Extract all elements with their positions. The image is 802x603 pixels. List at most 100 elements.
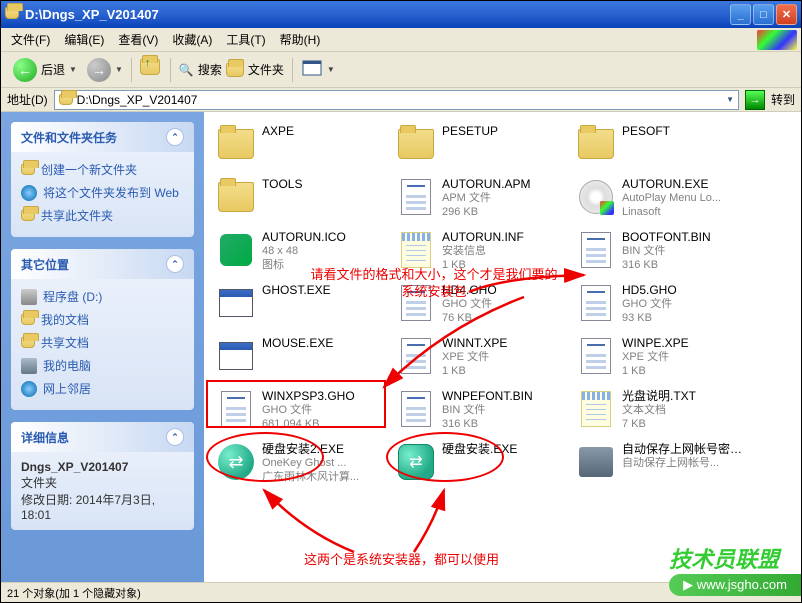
file-meta: APM 文件: [442, 192, 530, 206]
go-label[interactable]: 转到: [771, 91, 795, 108]
file-item[interactable]: ⇄硬盘安装2.EXEOneKey Ghost ...广东雨林木风计算...: [214, 440, 394, 493]
file-item[interactable]: 光盘说明.TXT文本文档7 KB: [574, 387, 754, 440]
menu-edit[interactable]: 编辑(E): [58, 29, 110, 50]
folder-icon: [21, 164, 35, 175]
file-item[interactable]: BOOTFONT.BINBIN 文件316 KB: [574, 228, 754, 281]
file-item[interactable]: AUTORUN.ICO48 x 48图标: [214, 228, 394, 281]
file-meta: 广东雨林木风计算...: [262, 471, 359, 485]
file-item[interactable]: AXPE: [214, 122, 394, 175]
file-icon: [216, 177, 256, 217]
menubar: 文件(F) 编辑(E) 查看(V) 收藏(A) 工具(T) 帮助(H): [1, 28, 801, 52]
file-item[interactable]: AUTORUN.APMAPM 文件296 KB: [394, 175, 574, 228]
address-input[interactable]: D:\Dngs_XP_V201407 ▼: [54, 90, 739, 110]
file-icon: [216, 230, 256, 270]
file-name: TOOLS: [262, 177, 302, 192]
file-name: 硬盘安装2.EXE: [262, 442, 359, 457]
addressbar: 地址(D) D:\Dngs_XP_V201407 ▼ → 转到: [1, 88, 801, 112]
titlebar: D:\Dngs_XP_V201407 _ □ ✕: [1, 1, 801, 28]
menu-file[interactable]: 文件(F): [5, 29, 56, 50]
drive-icon: [21, 289, 37, 305]
file-icon: [396, 177, 436, 217]
folders-button[interactable]: 文件夹: [226, 61, 284, 78]
separator: [131, 58, 132, 82]
file-item[interactable]: AUTORUN.INF安装信息1 KB: [394, 228, 574, 281]
menu-view[interactable]: 查看(V): [112, 29, 164, 50]
separator: [292, 58, 293, 82]
task-publish[interactable]: 将这个文件夹发布到 Web: [21, 181, 184, 204]
file-icon: [216, 124, 256, 164]
chevron-down-icon[interactable]: ▼: [726, 95, 734, 104]
other-places-panel: 其它位置 ⌃ 程序盘 (D:) 我的文档 共享文档 我的电脑 网上邻居: [11, 249, 194, 410]
details-panel: 详细信息 ⌃ Dngs_XP_V201407 文件夹 修改日期: 2014年7月…: [11, 422, 194, 530]
file-item[interactable]: 自动保存上网帐号密码到U盘.EXE自动保存上网帐号...: [574, 440, 754, 493]
sidebar: 文件和文件夹任务 ⌃ 创建一个新文件夹 将这个文件夹发布到 Web 共享此文件夹…: [1, 112, 204, 582]
file-icon: [576, 389, 616, 429]
file-meta: GHO 文件: [262, 404, 355, 418]
menu-tools[interactable]: 工具(T): [220, 29, 271, 50]
file-icon: [576, 283, 616, 323]
back-button[interactable]: ← 后退 ▼: [7, 56, 83, 84]
file-meta: 自动保存上网帐号...: [622, 457, 752, 471]
go-button[interactable]: →: [745, 90, 765, 110]
close-button[interactable]: ✕: [776, 4, 797, 25]
file-item[interactable]: WINXPSP3.GHOGHO 文件681,094 KB: [214, 387, 394, 440]
folder-icon: [21, 314, 35, 325]
task-new-folder[interactable]: 创建一个新文件夹: [21, 158, 184, 181]
file-name: PESOFT: [622, 124, 670, 139]
file-name: AUTORUN.ICO: [262, 230, 346, 245]
place-drive-d[interactable]: 程序盘 (D:): [21, 285, 184, 308]
app-icon: [5, 7, 21, 23]
task-share[interactable]: 共享此文件夹: [21, 204, 184, 227]
file-name: 自动保存上网帐号密码到U盘.EXE: [622, 442, 752, 457]
tasks-header[interactable]: 文件和文件夹任务 ⌃: [11, 122, 194, 152]
file-icon: [576, 230, 616, 270]
file-item[interactable]: PESOFT: [574, 122, 754, 175]
file-item[interactable]: TOOLS: [214, 175, 394, 228]
menu-favorites[interactable]: 收藏(A): [166, 29, 218, 50]
search-button[interactable]: 🔍 搜索: [179, 61, 222, 78]
up-button[interactable]: ↑: [140, 59, 162, 81]
share-icon: [21, 210, 35, 221]
file-icon: [396, 124, 436, 164]
file-icon: [576, 442, 616, 482]
maximize-button[interactable]: □: [753, 4, 774, 25]
chevron-down-icon[interactable]: ▼: [115, 65, 123, 74]
file-item[interactable]: HD4.GHOGHO 文件76 KB: [394, 281, 574, 334]
separator: [170, 58, 171, 82]
file-name: HD4.GHO: [442, 283, 497, 298]
views-button[interactable]: [301, 59, 323, 81]
file-meta: BIN 文件: [622, 245, 711, 259]
forward-button[interactable]: →: [87, 58, 111, 82]
place-my-computer[interactable]: 我的电脑: [21, 354, 184, 377]
file-item[interactable]: GHOST.EXE: [214, 281, 394, 334]
details-header[interactable]: 详细信息 ⌃: [11, 422, 194, 452]
toolbar: ← 后退 ▼ → ▼ ↑ 🔍 搜索 文件夹 ▼: [1, 52, 801, 88]
folder-icon: [21, 337, 35, 348]
watermark-brand: 技术员联盟: [669, 542, 801, 574]
windows-logo-icon: [757, 30, 797, 50]
detail-type: 文件夹: [21, 474, 184, 491]
file-item[interactable]: WINPE.XPEXPE 文件1 KB: [574, 334, 754, 387]
file-item[interactable]: WINNT.XPEXPE 文件1 KB: [394, 334, 574, 387]
file-name: AXPE: [262, 124, 294, 139]
file-item[interactable]: PESETUP: [394, 122, 574, 175]
file-item[interactable]: MOUSE.EXE: [214, 334, 394, 387]
file-item[interactable]: WNPEFONT.BINBIN 文件316 KB: [394, 387, 574, 440]
place-shared-docs[interactable]: 共享文档: [21, 331, 184, 354]
file-item[interactable]: AUTORUN.EXEAutoPlay Menu Lo...Linasoft: [574, 175, 754, 228]
place-network[interactable]: 网上邻居: [21, 377, 184, 400]
detail-name: Dngs_XP_V201407: [21, 460, 184, 474]
file-meta: XPE 文件: [442, 351, 507, 365]
chevron-down-icon: ▼: [69, 65, 77, 74]
watermark: 技术员联盟 ▶ www.jsgho.com: [669, 542, 801, 596]
file-item[interactable]: HD5.GHOGHO 文件93 KB: [574, 281, 754, 334]
minimize-button[interactable]: _: [730, 4, 751, 25]
other-places-header[interactable]: 其它位置 ⌃: [11, 249, 194, 279]
place-my-documents[interactable]: 我的文档: [21, 308, 184, 331]
file-name: WINXPSP3.GHO: [262, 389, 355, 404]
menu-help[interactable]: 帮助(H): [274, 29, 327, 50]
file-item[interactable]: ⇄硬盘安装.EXE: [394, 440, 574, 493]
chevron-down-icon[interactable]: ▼: [327, 65, 335, 74]
file-meta: 681,094 KB: [262, 418, 355, 432]
file-icon: ⇄: [396, 442, 436, 482]
